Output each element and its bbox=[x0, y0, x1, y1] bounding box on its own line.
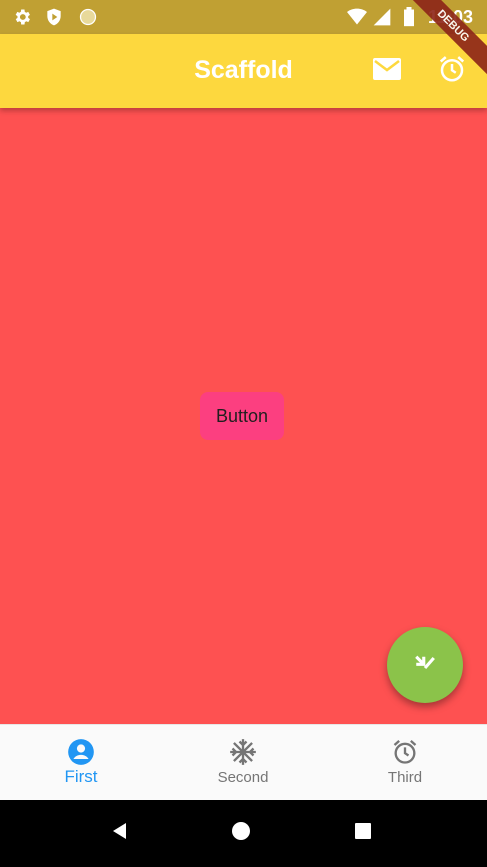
body-button[interactable]: Button bbox=[200, 392, 284, 440]
tab-first-label: First bbox=[64, 767, 98, 786]
settings-icon bbox=[12, 7, 32, 32]
floating-action-button[interactable] bbox=[387, 627, 463, 703]
alarm-icon bbox=[437, 54, 467, 89]
home-button[interactable] bbox=[229, 821, 253, 845]
recents-button[interactable] bbox=[351, 821, 375, 845]
recents-icon bbox=[354, 822, 372, 845]
tab-third[interactable]: Third bbox=[324, 725, 486, 801]
back-button[interactable] bbox=[108, 821, 132, 845]
app-bar: Scaffold bbox=[0, 34, 487, 108]
system-navigation-bar bbox=[0, 800, 487, 867]
mail-icon bbox=[372, 57, 402, 86]
home-icon bbox=[231, 821, 251, 846]
status-bar: 11:03 bbox=[0, 0, 487, 34]
wifi-icon bbox=[346, 7, 368, 32]
circle-icon bbox=[78, 7, 98, 32]
tab-first[interactable]: First bbox=[0, 725, 162, 801]
battery-icon bbox=[402, 7, 416, 32]
tab-third-label: Third bbox=[387, 769, 423, 786]
tab-second-label: Second bbox=[217, 769, 269, 786]
mail-button[interactable] bbox=[368, 52, 406, 90]
alarm-icon bbox=[391, 737, 419, 767]
alarm-button[interactable] bbox=[433, 52, 471, 90]
back-icon bbox=[110, 821, 130, 846]
account-circle-icon bbox=[67, 737, 95, 767]
shield-icon bbox=[44, 7, 64, 32]
signal-icon bbox=[372, 7, 392, 32]
bottom-navigation: First Second Third bbox=[0, 724, 487, 800]
tab-second[interactable]: Second bbox=[162, 725, 324, 801]
app-bar-title: Scaffold bbox=[194, 56, 293, 84]
snowflake-icon bbox=[229, 737, 257, 767]
call-received-check-icon bbox=[410, 648, 440, 683]
